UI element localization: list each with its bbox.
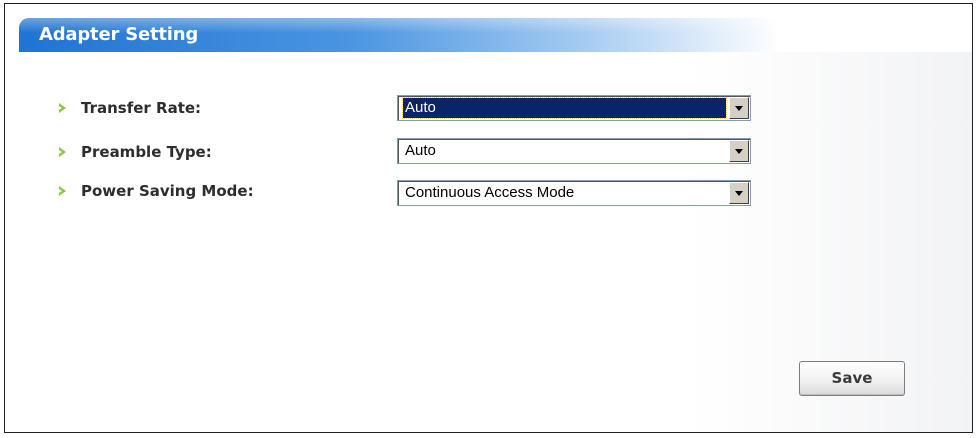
save-button[interactable]: Save — [799, 361, 905, 396]
power-saving-mode-row: Power Saving Mode: — [57, 179, 254, 203]
transfer-rate-dropdown-button[interactable] — [729, 97, 749, 119]
preamble-type-row: Preamble Type: — [57, 140, 212, 164]
chevron-right-icon — [59, 147, 66, 157]
chevron-down-icon — [735, 106, 743, 111]
preamble-type-dropdown-button[interactable] — [729, 140, 749, 162]
preamble-type-select[interactable]: Auto — [397, 138, 751, 164]
transfer-rate-label: Transfer Rate: — [81, 99, 202, 117]
chevron-down-icon — [735, 149, 743, 154]
adapter-setting-panel: Adapter Setting Transfer Rate: Auto Prea… — [19, 18, 972, 432]
power-saving-mode-value: Continuous Access Mode — [405, 184, 575, 201]
power-saving-mode-dropdown-button[interactable] — [729, 182, 749, 204]
preamble-type-value: Auto — [405, 142, 436, 159]
preamble-type-label: Preamble Type: — [81, 143, 212, 161]
power-saving-mode-select[interactable]: Continuous Access Mode — [397, 180, 751, 206]
transfer-rate-select[interactable]: Auto — [397, 95, 751, 121]
chevron-right-icon — [59, 186, 66, 196]
adapter-setting-window: Adapter Setting Transfer Rate: Auto Prea… — [4, 3, 973, 433]
panel-title-bar: Adapter Setting — [19, 18, 972, 52]
chevron-right-icon — [59, 103, 66, 113]
transfer-rate-value: Auto — [402, 97, 727, 119]
panel-title: Adapter Setting — [39, 24, 199, 45]
power-saving-mode-label: Power Saving Mode: — [81, 182, 254, 200]
transfer-rate-row: Transfer Rate: — [57, 96, 201, 120]
chevron-down-icon — [735, 191, 743, 196]
